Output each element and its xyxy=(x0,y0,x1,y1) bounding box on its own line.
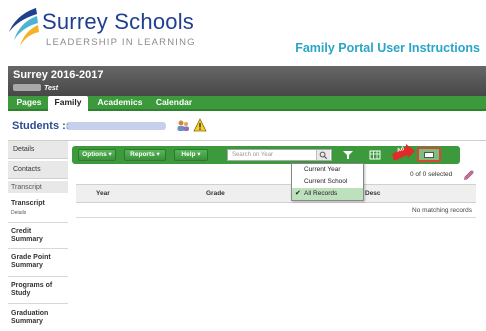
user-name-suffix: Test xyxy=(44,85,59,92)
tab-pages[interactable]: Pages xyxy=(12,96,46,109)
records-filter-menu: Current Year Current School ✔ All Record… xyxy=(291,163,364,201)
search-icon[interactable] xyxy=(316,150,330,160)
list-toolbar: Options ▾ Reports ▾ Help ▾ Search on Yea… xyxy=(72,144,460,164)
sidebar-item-programs-of-study[interactable]: Programs of Study xyxy=(8,282,62,298)
tab-calendar[interactable]: Calendar xyxy=(150,96,198,109)
menu-item-all-records[interactable]: ✔ All Records xyxy=(292,188,363,200)
user-name: Test xyxy=(13,84,58,92)
menu-item-label: All Records xyxy=(304,190,338,197)
sidebar-item-contacts[interactable]: Contacts xyxy=(8,161,68,179)
redacted-user-name xyxy=(13,84,41,91)
selection-count: 0 of 0 selected xyxy=(410,171,453,178)
main-tab-bar: Pages Family Academics Calendar xyxy=(8,96,486,111)
columns-button[interactable] xyxy=(417,147,441,162)
surrey-logo-icon xyxy=(9,8,39,46)
side-navigation: Details Contacts Transcript Transcript D… xyxy=(8,141,68,331)
options-button[interactable]: Options ▾ xyxy=(78,149,116,161)
sidebar-item-credit-summary[interactable]: Credit Summary xyxy=(8,228,54,244)
tab-academics[interactable]: Academics xyxy=(92,96,148,109)
table-header: Year Grade Desc xyxy=(76,184,476,203)
sidebar-item-sub-details[interactable]: Details xyxy=(11,209,68,217)
brand-tagline: LEADERSHIP IN LEARNING xyxy=(46,37,196,48)
sidebar-divider xyxy=(8,276,68,277)
column-header-year[interactable]: Year xyxy=(96,190,110,197)
people-icon[interactable] xyxy=(176,119,190,133)
empty-table-message: No matching records xyxy=(412,207,472,214)
app-header-bar: Surrey 2016-2017 Test xyxy=(8,66,486,96)
reports-button[interactable]: Reports ▾ xyxy=(124,149,166,161)
column-header-grade[interactable]: Grade xyxy=(206,190,225,197)
table-row: No matching records xyxy=(76,203,476,218)
students-header: Students :: xyxy=(8,111,486,141)
tab-family[interactable]: Family xyxy=(48,96,88,111)
options-button-label: Options xyxy=(82,151,107,158)
pencil-icon[interactable] xyxy=(463,168,475,180)
menu-item-current-school[interactable]: Current School xyxy=(292,176,363,188)
sidebar-item-graduation-summary[interactable]: Graduation Summary xyxy=(8,310,58,326)
redacted-student-name[interactable] xyxy=(66,122,166,130)
sidebar-item-details[interactable]: Details xyxy=(8,141,68,159)
sidebar-divider xyxy=(8,248,68,249)
students-label: Students :: xyxy=(12,120,70,132)
columns-icon xyxy=(424,152,434,158)
sidebar-heading-transcript: Transcript xyxy=(8,181,68,193)
brand-name: Surrey Schools xyxy=(42,9,194,34)
sidebar-item-label: Transcript xyxy=(11,200,45,207)
sidebar-divider xyxy=(8,303,68,304)
sidebar-item-transcript[interactable]: Transcript Details xyxy=(8,200,68,217)
menu-item-current-year[interactable]: Current Year xyxy=(292,164,363,176)
alert-icon[interactable] xyxy=(193,118,207,132)
help-button-label: Help xyxy=(181,151,196,158)
filter-icon[interactable] xyxy=(342,150,354,160)
page-title: Family Portal User Instructions xyxy=(295,41,480,55)
column-header-desc[interactable]: Desc xyxy=(365,190,381,197)
reports-button-label: Reports xyxy=(130,151,155,158)
sidebar-item-grade-point-summary[interactable]: Grade Point Summary xyxy=(8,254,60,270)
check-icon: ✔ xyxy=(295,190,301,197)
grid-icon[interactable] xyxy=(369,150,381,160)
help-button[interactable]: Help ▾ xyxy=(174,149,208,161)
school-year-title: Surrey 2016-2017 xyxy=(13,69,104,81)
sidebar-divider xyxy=(8,222,68,223)
